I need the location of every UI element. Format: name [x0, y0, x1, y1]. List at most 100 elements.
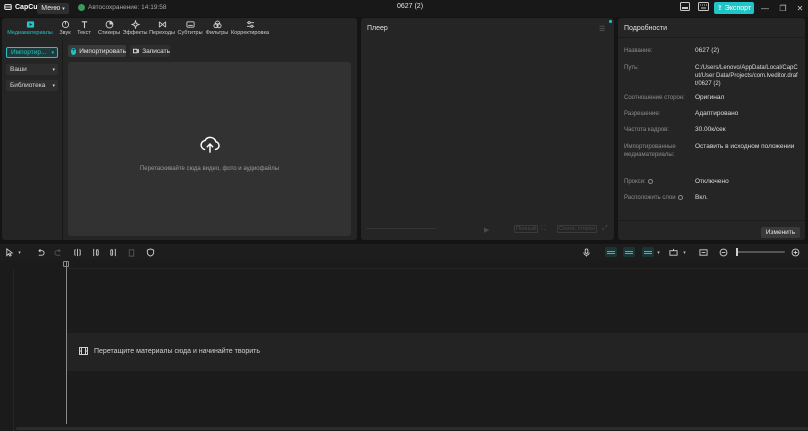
- split-icon[interactable]: [72, 247, 83, 258]
- text-icon: [81, 21, 87, 29]
- layout-icon[interactable]: [680, 2, 690, 11]
- chevron-down-icon[interactable]: ▾: [679, 247, 690, 258]
- capcut-logo-icon: [4, 4, 12, 10]
- player-title: Плеер: [367, 25, 388, 32]
- sidebar-item-yours[interactable]: Ваши ▾: [6, 64, 58, 75]
- import-button[interactable]: + Импортировать: [68, 45, 126, 57]
- close-icon[interactable]: ✕: [793, 2, 807, 14]
- shield-icon[interactable]: [145, 247, 156, 258]
- zoom-slider[interactable]: [737, 251, 785, 253]
- minimize-icon[interactable]: —: [758, 2, 772, 14]
- subtitles-icon: [185, 21, 195, 28]
- menu-button[interactable]: Меню ▾: [37, 3, 69, 14]
- detail-label-proxy: Прокси:: [624, 178, 692, 186]
- chevron-down-icon: ▾: [62, 5, 65, 12]
- detail-label-framerate: Частота кадров:: [624, 127, 670, 133]
- tab-audio[interactable]: Звук: [58, 18, 72, 38]
- play-icon[interactable]: ▶: [484, 226, 489, 234]
- detail-value-path: C:/Users/Lenovo/AppData/Local/CapCut/Use…: [695, 65, 798, 87]
- playhead[interactable]: [66, 262, 67, 424]
- preview-axis-icon[interactable]: [668, 247, 679, 258]
- detail-value-imported: Оставить в исходном положении: [695, 143, 795, 150]
- detail-label-name: Название:: [624, 48, 653, 54]
- tab-label: Корректировка: [230, 30, 270, 36]
- detail-value-resolution: Адаптировано: [695, 110, 739, 117]
- audio-icon: [61, 20, 69, 29]
- keyboard-icon[interactable]: [698, 2, 709, 11]
- zoom-out-icon[interactable]: [718, 247, 729, 258]
- tab-label: Медиаматериалы: [7, 30, 53, 36]
- restore-icon[interactable]: ❐: [776, 2, 790, 14]
- detail-value-framerate: 30.00к/сек: [695, 126, 726, 133]
- menu-lines-icon[interactable]: ☰: [599, 25, 605, 33]
- redo-icon[interactable]: [53, 247, 64, 258]
- caption-icon[interactable]: [698, 247, 709, 258]
- full-quality-button[interactable]: Полный: [514, 225, 539, 233]
- media-icon: [26, 21, 34, 28]
- change-button[interactable]: Изменить: [761, 227, 800, 238]
- sidebar-item-label: Библиотека: [10, 82, 46, 89]
- fullscreen-icon[interactable]: ⤢: [602, 225, 608, 233]
- split-left-icon[interactable]: [90, 247, 101, 258]
- detail-value-name: 0627 (2): [695, 47, 720, 54]
- plus-icon: +: [71, 47, 77, 55]
- auto-snap-toggle[interactable]: [623, 247, 635, 257]
- detail-value-aspect: Оригинал: [695, 94, 725, 101]
- sticker-icon: [105, 20, 113, 29]
- tab-label: Стикеры: [97, 30, 121, 36]
- aspect-ratio-button[interactable]: Соотн. сторон: [557, 225, 598, 233]
- media-sidebar: Импортир... ▾ Ваши ▾ Библиотека ▾: [2, 40, 60, 240]
- player-panel: [361, 18, 614, 240]
- autosave-status: Автосохранение: 14:19:58: [78, 4, 166, 11]
- tool-tabs: Медиаматериалы Звук Текст Стикеры Эффект…: [2, 18, 357, 38]
- sidebar-divider: [62, 40, 63, 240]
- menu-label: Меню: [41, 5, 61, 12]
- tab-text[interactable]: Текст: [72, 18, 96, 38]
- export-button[interactable]: ⇪ Экспорт: [714, 2, 754, 14]
- detail-label-resolution: Разрешение:: [624, 111, 661, 117]
- tab-filters[interactable]: Фильтры: [204, 18, 230, 38]
- split-right-icon[interactable]: [108, 247, 119, 258]
- tab-label: Субтитры: [177, 30, 203, 36]
- sidebar-item-import[interactable]: Импортир... ▾: [6, 47, 58, 58]
- autosave-text: Автосохранение: 14:19:58: [88, 4, 167, 11]
- notification-dot: [609, 20, 612, 23]
- tab-subtitles[interactable]: Субтитры: [176, 18, 204, 38]
- playhead-handle[interactable]: [63, 261, 69, 267]
- tab-stickers[interactable]: Стикеры: [96, 18, 122, 38]
- chevron-down-icon[interactable]: ▾: [653, 247, 664, 258]
- zoom-slider-handle[interactable]: [736, 248, 738, 256]
- detail-label-path: Путь:: [624, 65, 639, 71]
- chevron-down-icon: ▾: [52, 82, 55, 89]
- detail-label-aspect: Соотношение сторон:: [624, 95, 685, 101]
- tab-effects[interactable]: Эффекты: [122, 18, 148, 38]
- chevron-down-icon[interactable]: ▾: [14, 247, 25, 258]
- main-track-magnet-toggle[interactable]: [605, 247, 617, 257]
- filters-icon: [212, 20, 222, 29]
- crop-icon[interactable]: ⛶: [541, 225, 546, 233]
- chevron-down-icon: ▾: [52, 66, 55, 73]
- info-icon[interactable]: [647, 178, 653, 184]
- zoom-in-icon[interactable]: [790, 247, 801, 258]
- delete-icon[interactable]: [126, 247, 137, 258]
- tab-label: Переходы: [149, 30, 175, 36]
- timeline-ruler[interactable]: [66, 261, 808, 269]
- camera-icon: [133, 48, 140, 54]
- timeline-scrollbar[interactable]: [16, 427, 808, 430]
- film-icon: [79, 347, 88, 355]
- export-label: Экспорт: [724, 4, 752, 12]
- microphone-icon[interactable]: [581, 247, 592, 258]
- detail-label-layers: Расположить слои: [624, 194, 696, 202]
- undo-icon[interactable]: [35, 247, 46, 258]
- record-button[interactable]: Записать: [130, 45, 170, 57]
- tab-adjust[interactable]: Корректировка: [230, 18, 270, 38]
- info-icon[interactable]: [677, 194, 683, 200]
- details-bottom-divider: [618, 220, 805, 221]
- sidebar-item-label: Ваши: [10, 66, 27, 73]
- sidebar-item-label: Импортир...: [11, 49, 47, 56]
- tab-transitions[interactable]: Переходы: [148, 18, 176, 38]
- export-icon: ⇪: [716, 5, 723, 12]
- detail-label-imported: Импортированные медиаматериалы:: [624, 144, 676, 158]
- sidebar-item-library[interactable]: Библиотека ▾: [6, 80, 58, 91]
- tab-media[interactable]: Медиаматериалы: [2, 18, 58, 38]
